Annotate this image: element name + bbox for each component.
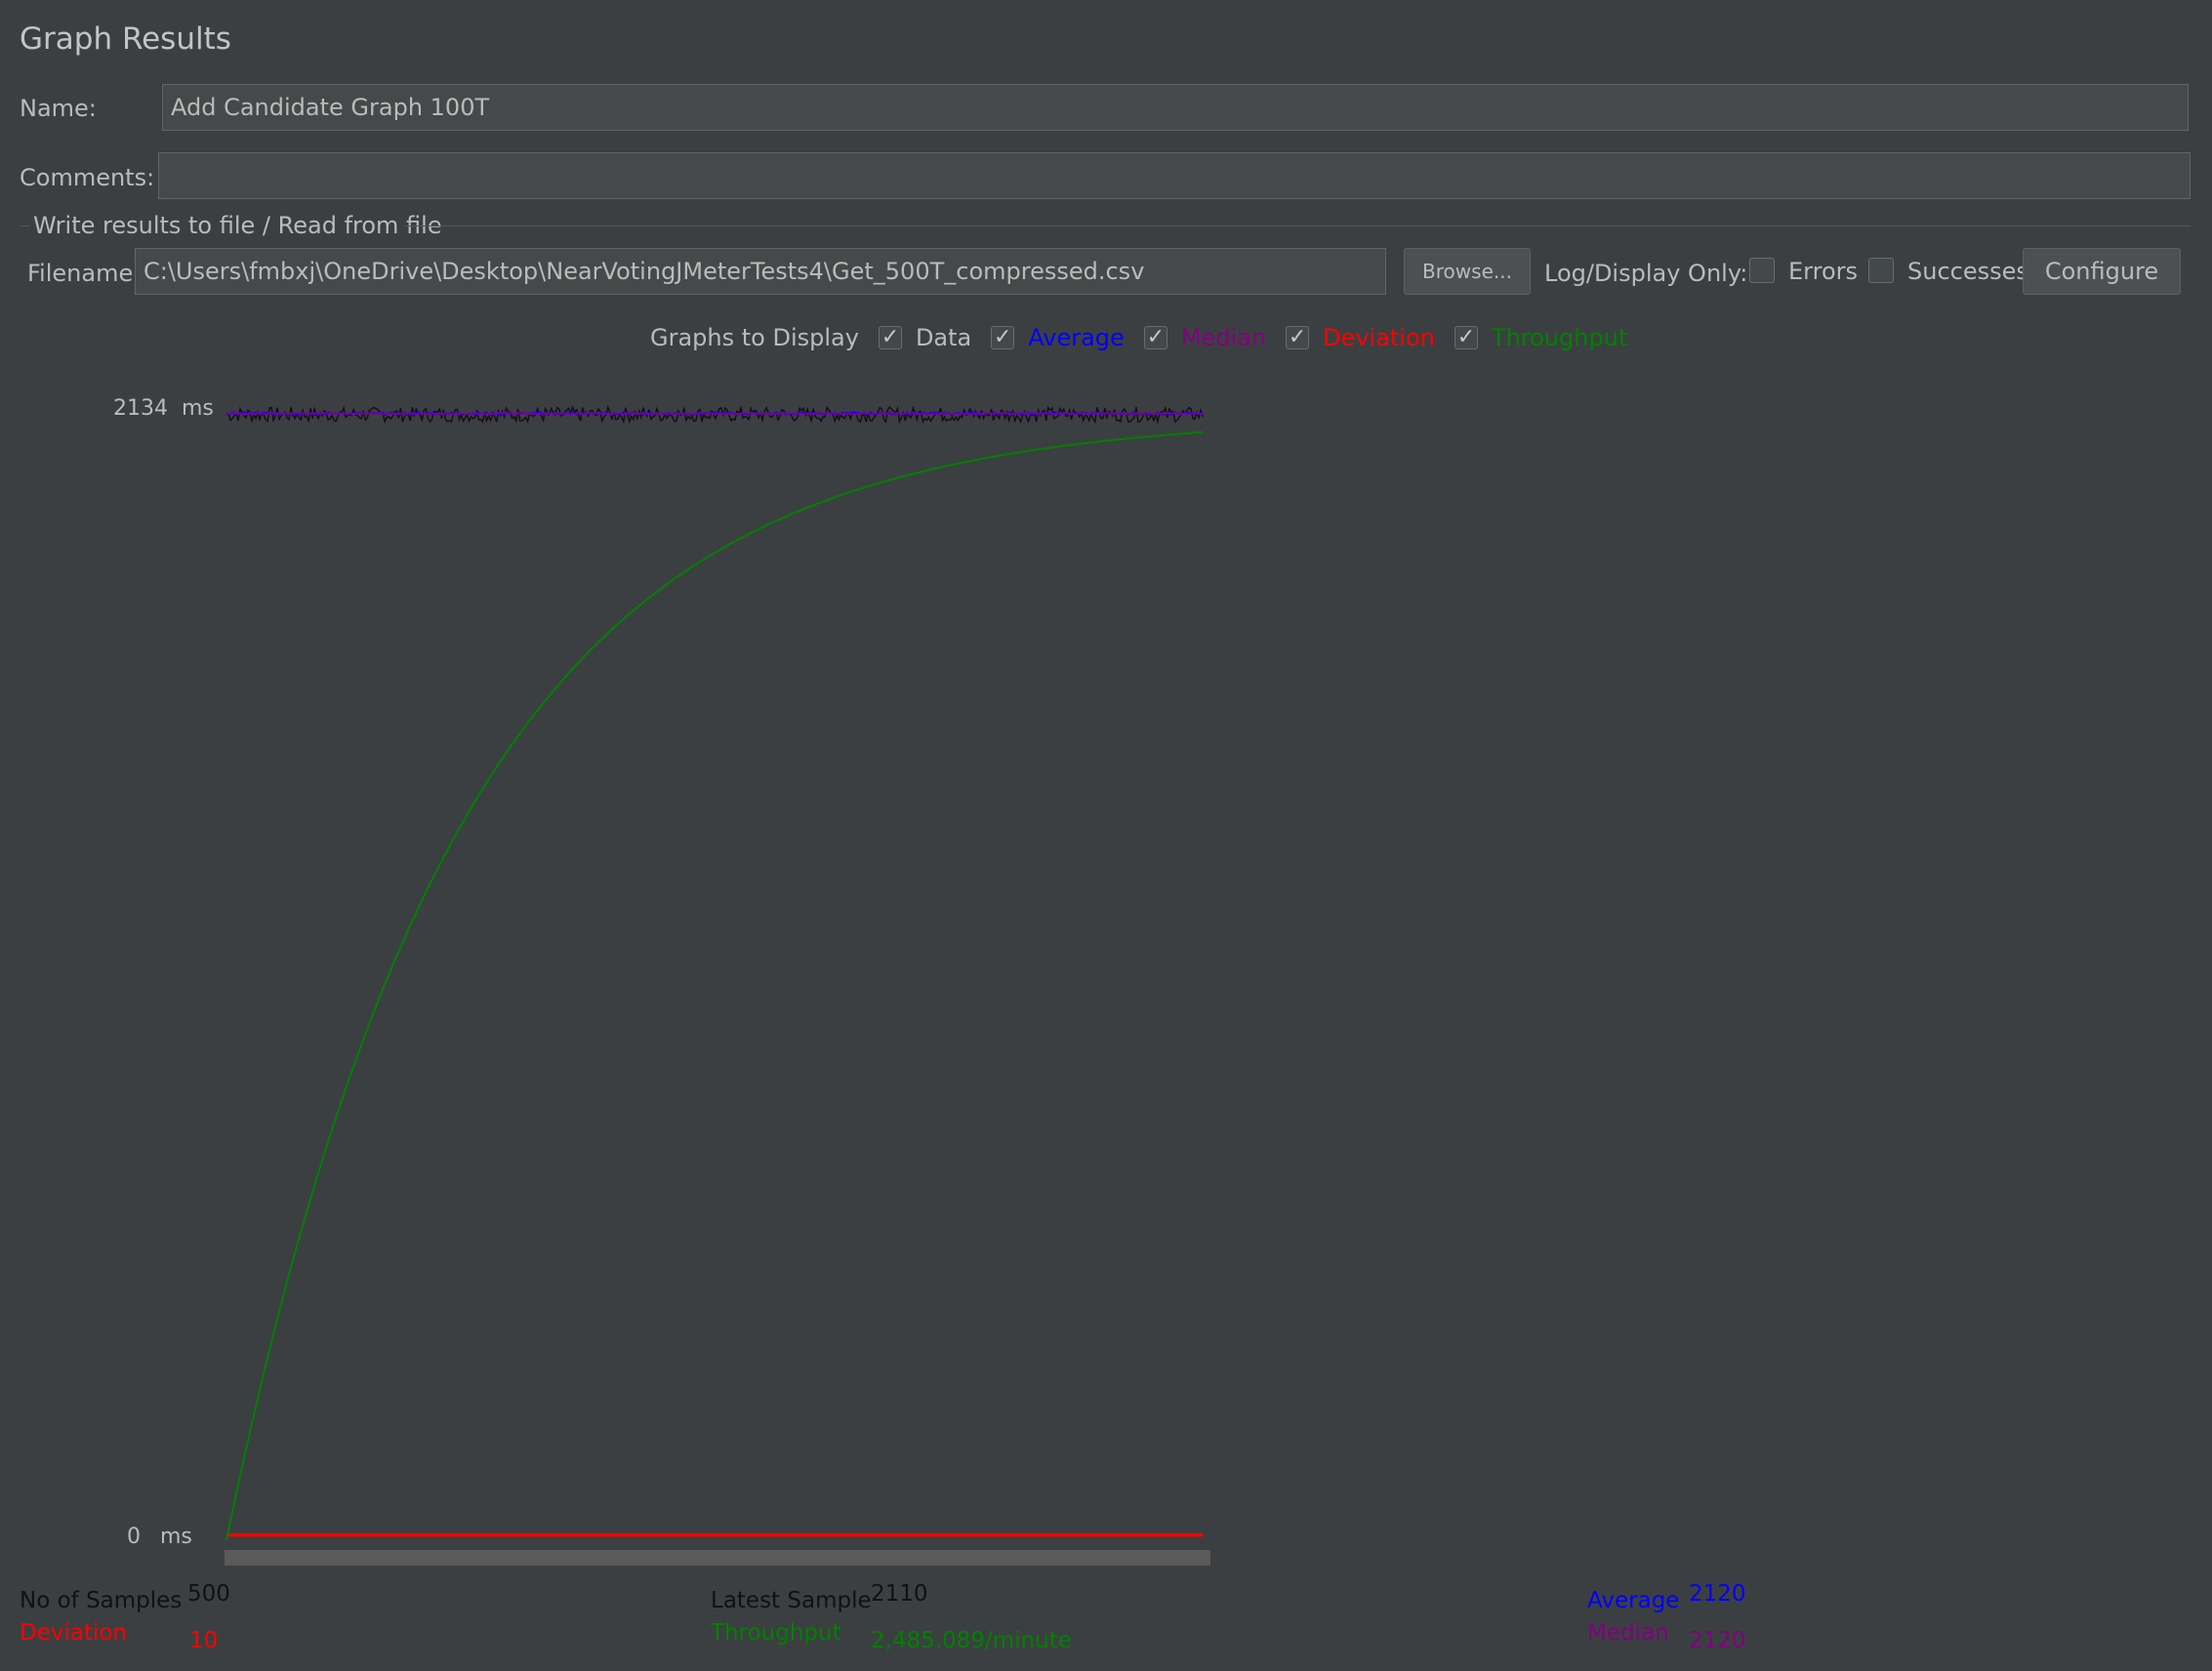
samples-value: 500 <box>187 1581 230 1607</box>
average-stat-label: Average <box>1587 1588 1680 1613</box>
median-stat-value: 2120 <box>1689 1628 1746 1653</box>
latest-sample-value: 2110 <box>871 1581 928 1607</box>
throughput-stat-value: 2,485.089/minute <box>871 1628 1072 1653</box>
throughput-series-line <box>225 430 1204 1541</box>
samples-label: No of Samples <box>20 1588 183 1613</box>
average-stat-value: 2120 <box>1689 1581 1746 1607</box>
deviation-stat-value: 10 <box>189 1628 219 1653</box>
throughput-stat-label: Throughput <box>711 1620 841 1646</box>
median-stat-label: Median <box>1587 1620 1669 1646</box>
graph-scrollbar[interactable] <box>225 1550 1210 1566</box>
deviation-stat-label: Deviation <box>20 1620 128 1646</box>
latest-sample-label: Latest Sample <box>711 1588 872 1613</box>
results-graph <box>225 404 1210 1566</box>
median-series-line <box>225 411 1204 416</box>
